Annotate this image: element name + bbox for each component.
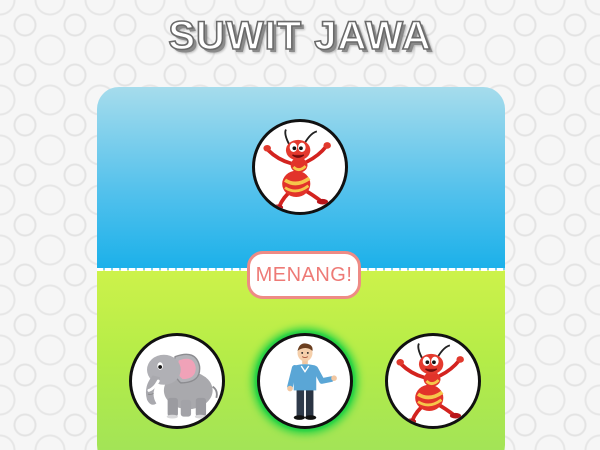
player-choice-human[interactable] [257,333,353,429]
player-choice-elephant[interactable] [129,333,225,429]
ant-icon [255,122,345,212]
game-title: SUWIT JAWA [168,13,432,59]
player-choice-ant[interactable] [385,333,481,429]
human-icon [260,336,350,426]
opponent-choice-ant [252,119,348,215]
elephant-icon [132,336,222,426]
ant-icon [388,336,478,426]
result-badge: MENANG! [247,251,361,299]
